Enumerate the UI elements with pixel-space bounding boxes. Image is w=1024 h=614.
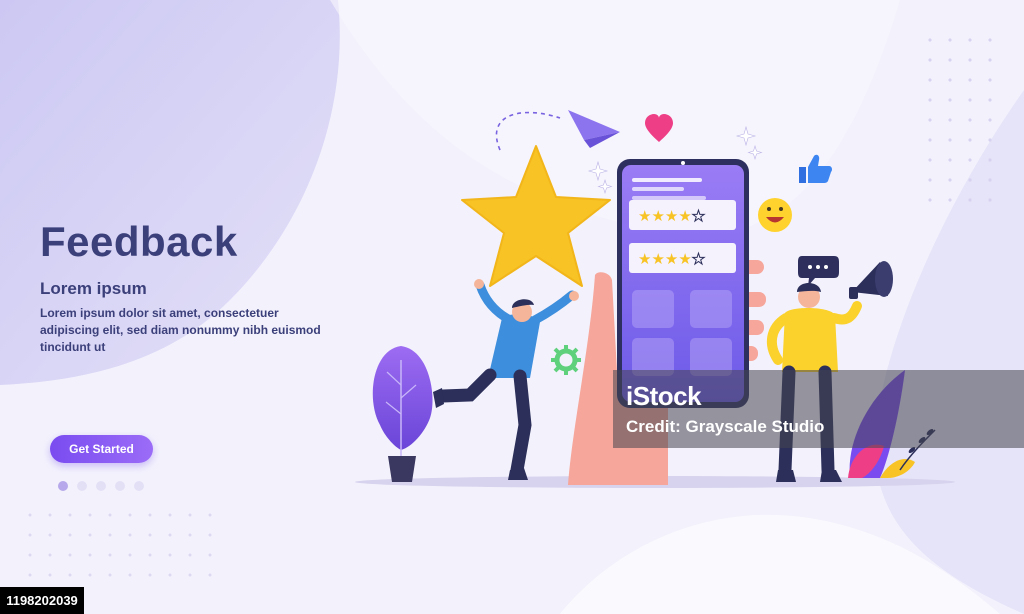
star-rating: ★★★★★	[638, 207, 705, 225]
feedback-illustration: ★★★★★ ★★★★★	[355, 110, 955, 488]
paper-plane-icon	[568, 110, 620, 148]
cheering-man-figure	[433, 279, 579, 480]
watermark-credit: Credit: Grayscale Studio	[626, 417, 825, 436]
image-id-label: 1198202039	[0, 587, 84, 614]
megaphone-icon	[849, 261, 893, 299]
speech-bubble-icon	[798, 256, 839, 286]
potted-plant-left	[372, 346, 433, 482]
big-star-icon	[461, 145, 611, 287]
heart-icon	[645, 114, 673, 142]
rating-card: ★★★★★	[629, 243, 736, 273]
flight-path	[495, 111, 561, 151]
smiley-icon	[758, 198, 792, 232]
rating-card: ★★★★★	[629, 200, 736, 230]
star-rating: ★★★★★	[638, 250, 705, 268]
thumbs-up-icon	[799, 154, 833, 183]
gear-icon	[551, 345, 581, 375]
watermark-logo: iStock	[626, 381, 702, 411]
